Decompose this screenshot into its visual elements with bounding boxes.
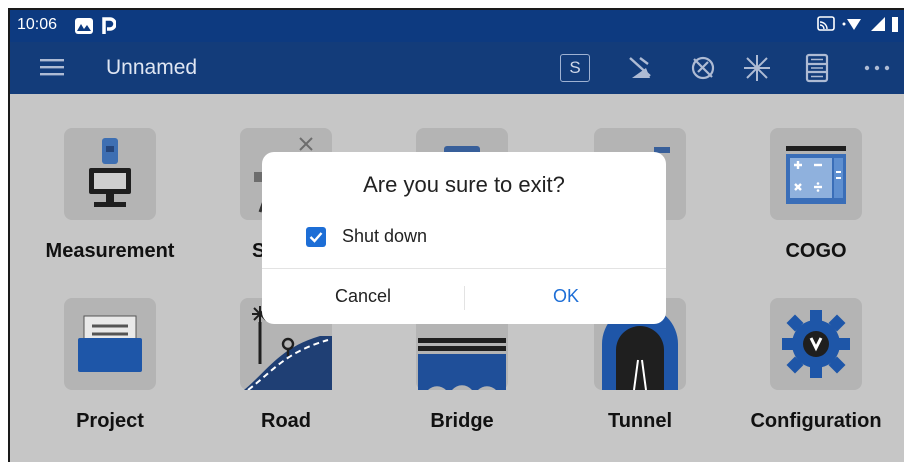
gear-icon <box>782 310 850 378</box>
shut-down-label: Shut down <box>342 226 428 246</box>
gallery-icon <box>74 17 94 40</box>
cancel-button[interactable]: Cancel <box>262 269 464 324</box>
measurement-tile[interactable] <box>64 128 156 220</box>
folder-icon <box>78 315 142 372</box>
s-button[interactable]: S <box>558 52 592 84</box>
total-station-icon <box>89 138 131 207</box>
status-icons <box>816 16 898 37</box>
configuration-label: Configuration <box>750 410 882 432</box>
check-icon <box>309 231 323 243</box>
p-app-icon <box>102 17 117 40</box>
satellite-off-icon[interactable] <box>624 52 658 84</box>
screen: 10:06 Unnamed S Measurement S COGO Proje… <box>8 8 904 462</box>
menu-icon[interactable] <box>40 57 64 82</box>
dialog-title: Are you sure to exit? <box>363 172 565 197</box>
project-label: Project <box>76 410 144 432</box>
battery-icon <box>892 16 898 37</box>
s-badge: S <box>560 54 590 82</box>
calculator-icon <box>786 146 846 204</box>
shut-down-option[interactable]: Shut down <box>306 226 427 247</box>
status-bar: 10:06 <box>10 10 904 42</box>
road-label: Road <box>261 410 311 432</box>
app-bar: Unnamed S <box>10 42 904 94</box>
ok-button[interactable]: OK <box>465 269 667 324</box>
exit-dialog: Are you sure to exit? Shut down Cancel O… <box>262 152 666 324</box>
cogo-tile[interactable] <box>770 128 862 220</box>
star-burst-icon[interactable] <box>740 52 774 84</box>
shut-down-checkbox[interactable] <box>306 226 326 247</box>
more-icon[interactable] <box>860 52 894 84</box>
no-signal-icon[interactable] <box>686 52 720 84</box>
signal-icon <box>870 16 886 37</box>
status-time: 10:06 <box>17 16 58 33</box>
project-tile[interactable] <box>64 298 156 390</box>
wifi-icon <box>842 16 864 37</box>
server-icon[interactable] <box>800 52 834 84</box>
bridge-label: Bridge <box>430 410 494 432</box>
page-title: Unnamed <box>106 56 198 79</box>
cast-icon <box>816 16 836 37</box>
cogo-label: COGO <box>785 240 847 262</box>
tunnel-label: Tunnel <box>607 410 673 432</box>
configuration-tile[interactable] <box>770 298 862 390</box>
